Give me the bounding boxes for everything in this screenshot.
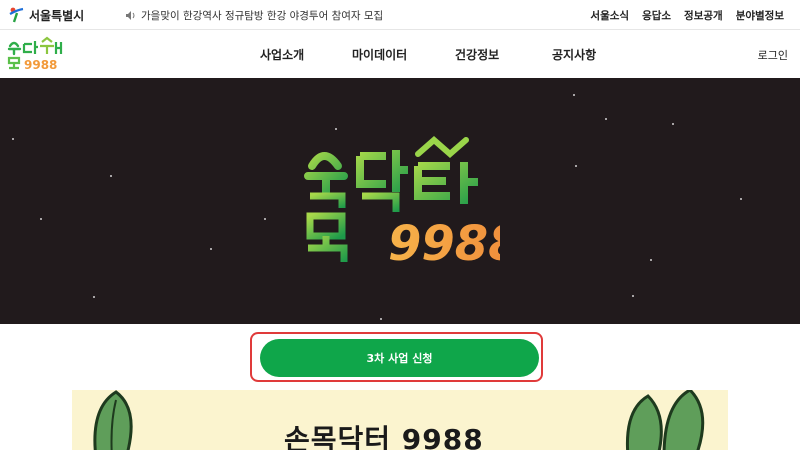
utility-links: 서울소식 응답소 정보공개 분야별정보 (590, 8, 784, 23)
top-utility-bar: 서울특별시 가을맞이 한강역사 정규탐방 한강 야경투어 참여자 모집 서울소식… (0, 0, 800, 30)
seoul-city-logo[interactable]: 서울특별시 (8, 6, 84, 24)
star-decoration (740, 198, 742, 200)
util-link-info-disclosure[interactable]: 정보공개 (684, 8, 723, 23)
login-link[interactable]: 로그인 (758, 47, 788, 63)
nav-item-about[interactable]: 사업소개 (260, 46, 304, 63)
leaf-right-icon (625, 390, 705, 450)
util-link-news[interactable]: 서울소식 (590, 8, 629, 23)
nav-item-mydata[interactable]: 마이데이터 (352, 46, 407, 63)
star-decoration (40, 218, 42, 220)
star-decoration (335, 128, 337, 130)
star-decoration (650, 259, 652, 261)
hero-brand-logo: 9988 (304, 136, 500, 266)
notice-text: 가을맞이 한강역사 정규탐방 한강 야경투어 참여자 모집 (141, 10, 384, 22)
promo-title: 손목닥터 9988 (284, 423, 484, 450)
seoul-logo-icon (9, 7, 24, 23)
star-decoration (575, 165, 577, 167)
apply-button[interactable]: 3차 사업 신청 (260, 339, 539, 377)
notice-ticker[interactable]: 가을맞이 한강역사 정규탐방 한강 야경투어 참여자 모집 (125, 8, 383, 23)
nav-item-notices[interactable]: 공지사항 (552, 46, 596, 63)
star-decoration (264, 218, 266, 220)
main-navigation: 9988 사업소개 마이데이터 건강정보 공지사항 로그인 (0, 30, 800, 78)
promo-section: 손목닥터 9988 (72, 390, 728, 450)
svg-text:9988: 9988 (388, 216, 500, 266)
leaf-left-icon (93, 390, 133, 450)
brand-logo[interactable]: 9988 (6, 36, 68, 72)
speaker-icon (126, 11, 135, 20)
star-decoration (12, 138, 14, 140)
nav-item-health-info[interactable]: 건강정보 (455, 46, 499, 63)
star-decoration (605, 118, 607, 120)
star-decoration (210, 248, 212, 250)
star-decoration (110, 175, 112, 177)
svg-text:9988: 9988 (24, 58, 57, 72)
star-decoration (632, 295, 634, 297)
star-decoration (93, 296, 95, 298)
star-decoration (573, 94, 575, 96)
cta-highlight-frame: 3차 사업 신청 (250, 332, 543, 382)
star-decoration (672, 123, 674, 125)
seoul-logo-label: 서울특별시 (29, 8, 85, 23)
util-link-field-info[interactable]: 분야별정보 (736, 8, 784, 23)
star-decoration (380, 318, 382, 320)
hero-banner: 9988 (0, 78, 800, 324)
util-link-response[interactable]: 응답소 (642, 8, 671, 23)
